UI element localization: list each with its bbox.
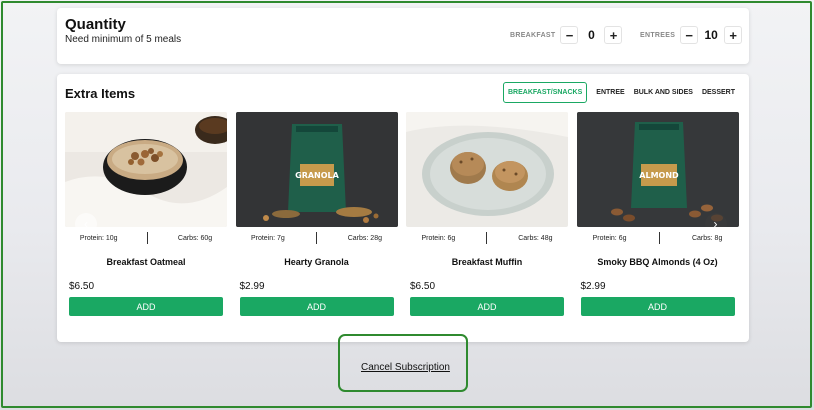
product-card: ‹ Protein: 10g Carbs: 60g Breakfast Oatm… bbox=[65, 112, 227, 316]
add-button[interactable]: ADD bbox=[580, 297, 735, 316]
carbs-value: Carbs: 8g bbox=[691, 234, 723, 242]
add-button[interactable]: ADD bbox=[410, 297, 564, 316]
add-button[interactable]: ADD bbox=[239, 297, 394, 316]
product-name: Hearty Granola bbox=[284, 257, 349, 267]
product-carousel: ‹ Protein: 10g Carbs: 60g Breakfast Oatm… bbox=[65, 112, 739, 316]
product-name: Smoky BBQ Almonds (4 Oz) bbox=[597, 257, 718, 267]
breakfast-plus-button[interactable]: + bbox=[604, 26, 623, 44]
almond-bag-text: ALMOND bbox=[639, 171, 679, 180]
breakfast-label: BREAKFAST bbox=[510, 31, 556, 39]
product-name: Breakfast Muffin bbox=[451, 257, 523, 267]
product-image-almonds[interactable]: ALMOND › bbox=[576, 112, 739, 227]
entrees-minus-button[interactable]: − bbox=[680, 26, 699, 44]
nutrition-divider bbox=[147, 232, 149, 244]
tab-bulk-and-sides[interactable]: BULK AND SIDES bbox=[634, 89, 693, 96]
carousel-next-button[interactable]: › bbox=[704, 213, 727, 227]
product-name: Breakfast Oatmeal bbox=[106, 257, 186, 267]
granola-bag-text: GRANOLA bbox=[295, 171, 340, 180]
product-price: $2.99 bbox=[239, 281, 265, 292]
product-image-granola[interactable]: GRANOLA bbox=[235, 112, 398, 227]
protein-value: Protein: 6g bbox=[592, 234, 627, 242]
product-price: $6.50 bbox=[69, 281, 95, 292]
carbs-value: Carbs: 60g bbox=[177, 234, 213, 242]
quantity-title: Quantity bbox=[65, 16, 126, 33]
breakfast-quantity-value: 0 bbox=[588, 28, 595, 42]
add-button[interactable]: ADD bbox=[69, 297, 223, 316]
nutrition-divider bbox=[658, 232, 660, 244]
nutrition-info: Protein: 7g Carbs: 28g bbox=[236, 229, 398, 247]
breakfast-stepper: BREAKFAST − 0 + bbox=[510, 26, 623, 44]
protein-value: Protein: 7g bbox=[250, 234, 285, 242]
protein-value: Protein: 10g bbox=[79, 234, 118, 242]
nutrition-divider bbox=[486, 232, 488, 244]
extra-items-title: Extra Items bbox=[65, 86, 136, 101]
entrees-stepper: ENTREES − 10 + bbox=[640, 26, 743, 44]
quantity-subtitle: Need minimum of 5 meals bbox=[65, 34, 182, 45]
category-tabs: BREAKFAST/SNACKS ENTREE BULK AND SIDES D… bbox=[502, 82, 735, 103]
quantity-card: Quantity Need minimum of 5 meals BREAKFA… bbox=[57, 8, 749, 64]
product-card: GRANOLA Protein: 7g Carbs: 28g Hearty Gr… bbox=[235, 112, 398, 316]
tab-entree[interactable]: ENTREE bbox=[596, 89, 624, 96]
extra-items-card: Extra Items BREAKFAST/SNACKS ENTREE BULK… bbox=[57, 74, 749, 342]
entrees-quantity-value: 10 bbox=[704, 28, 718, 42]
protein-value: Protein: 6g bbox=[421, 234, 456, 242]
nutrition-divider bbox=[315, 232, 317, 244]
product-card: Protein: 6g Carbs: 48g Breakfast Muffin … bbox=[406, 112, 568, 316]
product-image-oatmeal[interactable]: ‹ bbox=[65, 112, 227, 227]
product-card: ALMOND › Protein: 6g Carbs: 8g Smoky BBQ… bbox=[576, 112, 739, 316]
product-image-muffin[interactable] bbox=[406, 112, 568, 227]
product-price: $2.99 bbox=[580, 281, 606, 292]
nutrition-info: Protein: 10g Carbs: 60g bbox=[65, 229, 227, 247]
carbs-value: Carbs: 28g bbox=[347, 234, 382, 242]
cancel-subscription-link[interactable]: Cancel Subscription bbox=[361, 362, 450, 373]
entrees-label: ENTREES bbox=[640, 31, 676, 39]
product-price: $6.50 bbox=[410, 281, 436, 292]
nutrition-info: Protein: 6g Carbs: 8g bbox=[577, 229, 739, 247]
entrees-plus-button[interactable]: + bbox=[724, 26, 743, 44]
carbs-value: Carbs: 48g bbox=[518, 234, 553, 242]
breakfast-minus-button[interactable]: − bbox=[560, 26, 579, 44]
tab-breakfast-snacks[interactable]: BREAKFAST/SNACKS bbox=[502, 82, 588, 103]
tab-dessert[interactable]: DESSERT bbox=[702, 89, 735, 96]
nutrition-info: Protein: 6g Carbs: 48g bbox=[406, 229, 568, 247]
